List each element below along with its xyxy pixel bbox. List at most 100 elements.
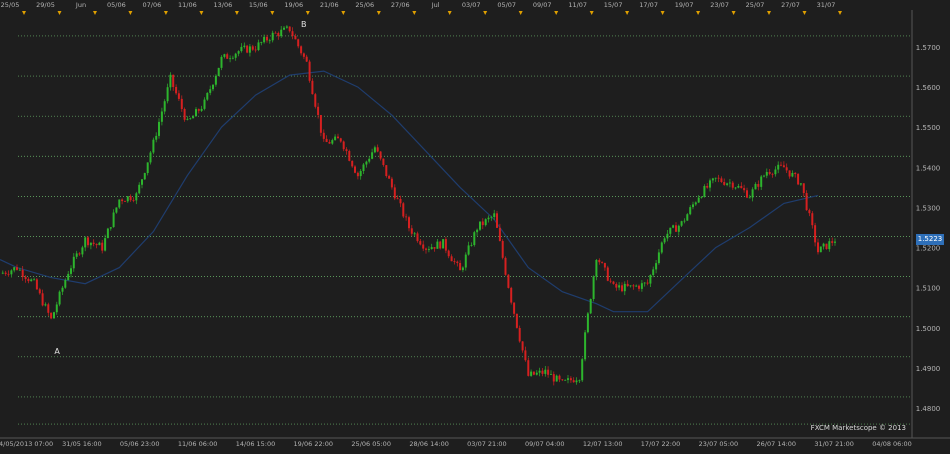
candle-body xyxy=(430,247,433,250)
candle-body xyxy=(214,75,217,85)
top-tick-label: 11/07 xyxy=(568,1,587,9)
candle-body xyxy=(89,242,92,246)
candle-body xyxy=(368,158,371,162)
candle-body xyxy=(388,175,391,179)
candle-body xyxy=(689,207,692,215)
top-tick-label: 21/06 xyxy=(320,1,339,9)
candle-body xyxy=(373,147,376,153)
candle-body xyxy=(510,287,513,303)
candle-body xyxy=(547,369,550,375)
candle-body xyxy=(416,233,419,242)
candle-body xyxy=(217,67,220,76)
candle-body xyxy=(393,187,396,199)
top-tick-label: 23/07 xyxy=(710,1,729,9)
x-tick-label: 11/06 06:00 xyxy=(178,440,218,448)
candle-body xyxy=(104,238,107,251)
candle-body xyxy=(450,256,453,262)
candle-body xyxy=(200,108,203,111)
candle-body xyxy=(481,221,484,226)
candle-body xyxy=(67,273,70,280)
top-tick-label: 25/06 xyxy=(355,1,374,9)
chart-background xyxy=(0,0,950,450)
candle-body xyxy=(288,26,291,32)
candle-body xyxy=(527,360,530,376)
candle-body xyxy=(337,136,339,139)
candle-body xyxy=(422,244,425,249)
top-tick-label: 05/07 xyxy=(497,1,516,9)
candle-body xyxy=(694,202,697,205)
candle-body xyxy=(623,283,626,292)
candle-body xyxy=(248,46,251,53)
x-tick-label: 31/07 21:00 xyxy=(814,440,854,448)
candle-body xyxy=(345,149,348,151)
candle-body xyxy=(291,31,294,36)
candle-body xyxy=(47,304,50,313)
top-tick-label: Jul xyxy=(431,1,440,9)
candle-body xyxy=(601,262,604,263)
candle-body xyxy=(294,36,297,40)
candle-body xyxy=(319,115,322,133)
candle-body xyxy=(484,219,487,226)
candle-body xyxy=(731,182,734,188)
top-tick-label: 17/07 xyxy=(639,1,658,9)
candle-body xyxy=(132,200,135,201)
candle-body xyxy=(427,249,430,250)
candle-body xyxy=(476,229,479,233)
candle-body xyxy=(831,241,834,243)
candle-body xyxy=(243,45,246,47)
candle-body xyxy=(146,162,149,173)
candle-body xyxy=(408,217,410,229)
candle-body xyxy=(413,233,416,235)
x-tick-label: 09/07 04:00 xyxy=(525,440,565,448)
top-tick-label: 25/07 xyxy=(746,1,765,9)
candle-body xyxy=(612,281,615,284)
candle-body xyxy=(561,379,564,381)
top-tick-label: 03/07 xyxy=(462,1,481,9)
candle-body xyxy=(603,263,606,268)
candle-body xyxy=(163,101,166,112)
candle-body xyxy=(126,196,129,202)
candle-body xyxy=(797,173,800,185)
candle-body xyxy=(805,193,808,211)
candle-body xyxy=(274,32,277,34)
top-tick-label: 07/06 xyxy=(143,1,162,9)
candle-body xyxy=(382,158,385,165)
candle-body xyxy=(456,261,459,263)
top-tick-label: 05/06 xyxy=(107,1,126,9)
y-tick-label: 1.5500 xyxy=(916,124,941,132)
candle-body xyxy=(354,166,356,173)
candle-body xyxy=(158,121,160,136)
top-tick-label: 19/06 xyxy=(284,1,303,9)
top-tick-label: 31/07 xyxy=(817,1,836,9)
chart-svg[interactable]: 25/05 29/05 Jun 05/06 07/06 11/06 13/06 15/06 19… xyxy=(0,0,950,450)
candle-body xyxy=(473,232,476,245)
candle-body xyxy=(589,299,592,314)
candle-body xyxy=(226,54,229,59)
candle-body xyxy=(41,293,44,306)
candle-body xyxy=(780,164,782,166)
candle-body xyxy=(206,92,209,100)
candle-body xyxy=(339,138,342,142)
candle-body xyxy=(717,177,720,179)
candle-body xyxy=(348,151,351,161)
candle-body xyxy=(300,46,303,54)
candle-body xyxy=(748,197,751,199)
candle-body xyxy=(808,210,811,214)
candle-body xyxy=(595,260,598,277)
candle-body xyxy=(13,267,16,271)
candle-body xyxy=(234,53,237,58)
candle-body xyxy=(177,93,180,99)
candle-body xyxy=(822,243,825,247)
candle-body xyxy=(371,152,374,159)
y-tick-label: 1.4800 xyxy=(916,405,941,413)
candle-body xyxy=(569,378,572,381)
candle-body xyxy=(10,270,13,275)
candle-body xyxy=(98,242,101,246)
candle-body xyxy=(81,247,84,255)
candle-body xyxy=(507,274,510,288)
candle-body xyxy=(723,182,726,185)
candle-body xyxy=(771,173,774,175)
x-tick-label: 28/06 14:00 xyxy=(409,440,449,448)
x-tick-label: 12/07 13:00 xyxy=(583,440,623,448)
candle-body xyxy=(433,247,436,249)
